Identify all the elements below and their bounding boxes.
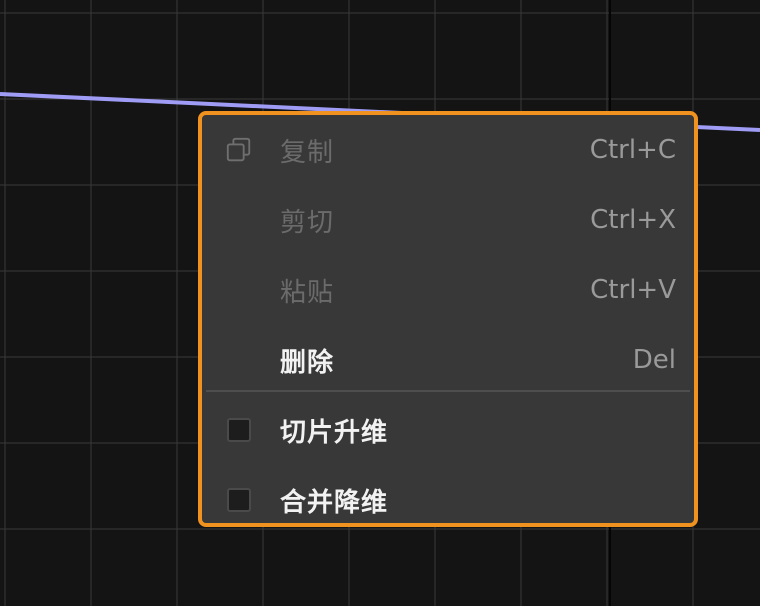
menu-item-shortcut: Ctrl+C bbox=[589, 135, 676, 165]
menu-divider bbox=[206, 390, 690, 392]
menu-item-copy[interactable]: 复制 Ctrl+C bbox=[202, 115, 694, 185]
menu-option-merge-downscale[interactable]: 合并降维 bbox=[202, 465, 694, 535]
context-menu: 复制 Ctrl+C 剪切 Ctrl+X 粘贴 Ctrl+V 删除 Del 切片升… bbox=[198, 111, 698, 527]
copy-icon bbox=[225, 136, 253, 164]
menu-item-label: 复制 bbox=[280, 137, 335, 168]
menu-option-label: 切片升维 bbox=[280, 417, 389, 448]
menu-item-shortcut: Ctrl+X bbox=[590, 205, 676, 235]
menu-item-shortcut: Ctrl+V bbox=[590, 275, 676, 305]
checkbox-icon[interactable] bbox=[225, 486, 253, 514]
menu-item-paste[interactable]: 粘贴 Ctrl+V bbox=[202, 255, 694, 325]
menu-option-slice-upscale[interactable]: 切片升维 bbox=[202, 395, 694, 465]
menu-item-cut[interactable]: 剪切 Ctrl+X bbox=[202, 185, 694, 255]
menu-item-shortcut: Del bbox=[632, 345, 676, 375]
menu-item-label: 删除 bbox=[280, 347, 335, 378]
menu-item-label: 粘贴 bbox=[280, 277, 335, 308]
checkbox-icon[interactable] bbox=[225, 416, 253, 444]
menu-item-delete[interactable]: 删除 Del bbox=[202, 325, 694, 395]
menu-option-label: 合并降维 bbox=[280, 487, 389, 518]
menu-item-label: 剪切 bbox=[280, 207, 335, 238]
